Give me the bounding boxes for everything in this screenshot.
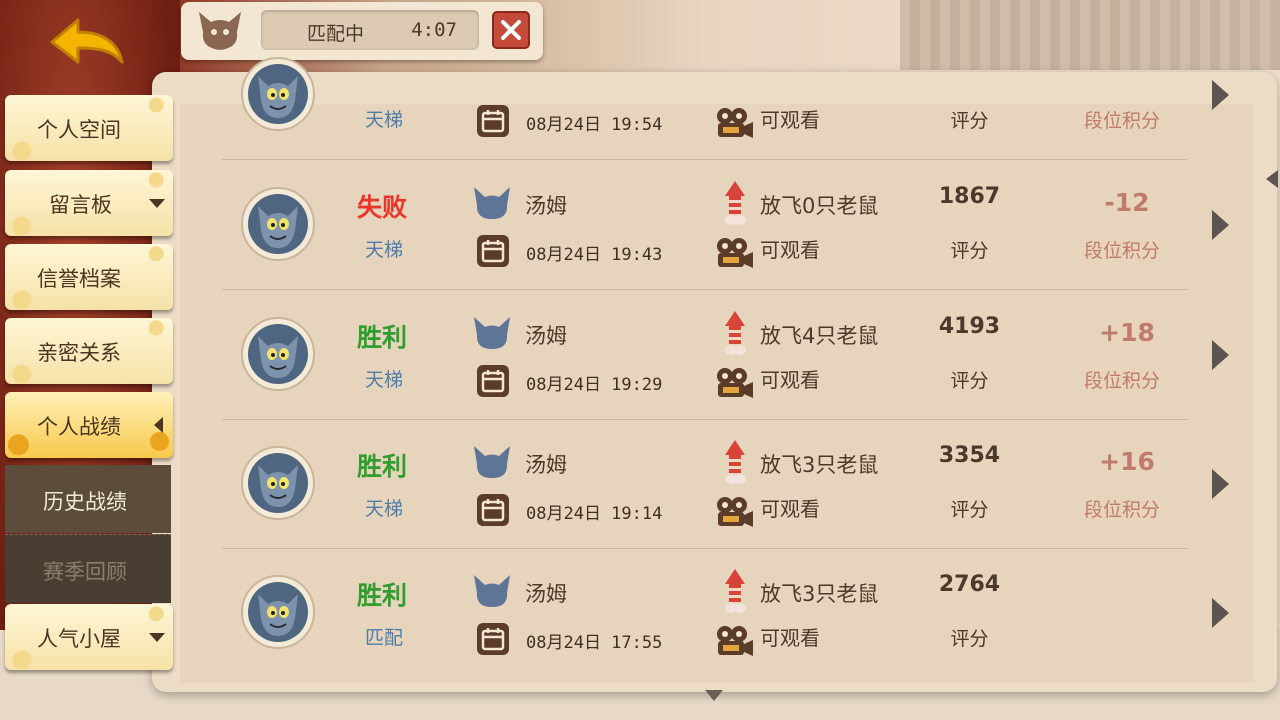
record-row[interactable]: 失败 天梯 汤姆 08月24日 19:43 放飞0只老鼠 可观看 1867 评分… bbox=[222, 160, 1229, 290]
score-value: 4193 bbox=[938, 314, 1001, 339]
mice-launched: 放飞3只老鼠 bbox=[760, 582, 879, 606]
score-value: 1867 bbox=[938, 184, 1001, 209]
sidebar-item-label: 个人空间 bbox=[37, 118, 121, 142]
back-arrow-icon bbox=[50, 18, 124, 64]
camera-icon bbox=[715, 236, 755, 270]
score-label: 评分 bbox=[950, 240, 989, 262]
chevron-down-icon bbox=[149, 633, 165, 642]
match-date: 08月24日 19:14 bbox=[526, 504, 663, 524]
sidebar-item-personal-records[interactable]: 个人战绩 bbox=[5, 392, 173, 458]
record-row[interactable]: 胜利 天梯 汤姆 08月24日 19:29 放飞4只老鼠 可观看 4193 评分… bbox=[222, 290, 1229, 420]
sidebar-item-popularity-house[interactable]: 人气小屋 bbox=[5, 604, 173, 670]
sub-item-history[interactable]: 历史战绩 bbox=[5, 465, 171, 533]
chevron-right-icon[interactable] bbox=[1212, 469, 1229, 499]
calendar-icon bbox=[476, 364, 510, 398]
calendar-icon bbox=[476, 104, 510, 138]
camera-icon bbox=[715, 495, 755, 529]
rank-points-delta: -12 bbox=[1104, 188, 1150, 217]
replay-available: 可观看 bbox=[760, 108, 820, 132]
chevron-down-icon bbox=[149, 199, 165, 208]
rank-points-label: 段位积分 bbox=[1083, 370, 1160, 392]
camera-icon bbox=[715, 366, 755, 400]
record-row[interactable]: 胜利 天梯 汤姆 08月24日 19:14 放飞3只老鼠 可观看 3354 评分… bbox=[222, 419, 1229, 549]
chevron-right-icon[interactable] bbox=[1212, 80, 1229, 110]
match-date: 08月24日 19:43 bbox=[526, 245, 663, 265]
character-name: 汤姆 bbox=[525, 453, 567, 477]
rocket-icon bbox=[719, 439, 751, 485]
replay-available: 可观看 bbox=[760, 497, 820, 521]
sidebar-item-label: 个人战绩 bbox=[37, 415, 121, 439]
game-mode: 匹配 bbox=[365, 627, 404, 649]
match-result: 胜利 bbox=[357, 452, 408, 481]
mice-launched: 放飞4只老鼠 bbox=[760, 324, 879, 348]
game-mode: 天梯 bbox=[365, 239, 404, 261]
panel-side-tab-icon[interactable] bbox=[1266, 170, 1278, 188]
game-mode: 天梯 bbox=[365, 369, 404, 391]
chevron-right-icon[interactable] bbox=[1212, 340, 1229, 370]
sidebar-item-intimacy[interactable]: 亲密关系 bbox=[5, 318, 173, 384]
sub-item-label: 历史战绩 bbox=[43, 490, 127, 514]
rank-points-label: 段位积分 bbox=[1083, 240, 1160, 262]
game-mode: 天梯 bbox=[365, 498, 404, 520]
rank-points-label: 段位积分 bbox=[1083, 499, 1160, 521]
tom-avatar-icon bbox=[240, 574, 316, 650]
rank-points-delta: +18 bbox=[1099, 318, 1155, 347]
replay-available: 可观看 bbox=[760, 238, 820, 262]
character-name: 汤姆 bbox=[525, 582, 567, 606]
match-result: 胜利 bbox=[357, 323, 408, 352]
tom-avatar-icon bbox=[240, 316, 316, 392]
sidebar-item-credit-file[interactable]: 信誉档案 bbox=[5, 244, 173, 310]
back-button[interactable] bbox=[40, 12, 128, 72]
record-row[interactable]: 天梯 08月24日 19:54 可观看 评分 段位积分 bbox=[222, 30, 1229, 160]
camera-icon bbox=[715, 106, 755, 140]
replay-available: 可观看 bbox=[760, 626, 820, 650]
character-icon bbox=[472, 315, 512, 351]
score-label: 评分 bbox=[950, 110, 989, 132]
character-name: 汤姆 bbox=[525, 194, 567, 218]
score-label: 评分 bbox=[950, 370, 989, 392]
rocket-icon bbox=[719, 568, 751, 614]
score-label: 评分 bbox=[950, 628, 989, 650]
sidebar-item-label: 信誉档案 bbox=[37, 267, 121, 291]
character-icon bbox=[472, 444, 512, 480]
chevron-right-icon[interactable] bbox=[1212, 598, 1229, 628]
match-result: 失败 bbox=[357, 193, 408, 222]
sidebar-item-personal-space[interactable]: 个人空间 bbox=[5, 95, 173, 161]
rocket-icon bbox=[719, 180, 751, 226]
game-mode: 天梯 bbox=[365, 109, 404, 131]
character-icon bbox=[472, 573, 512, 609]
character-name: 汤姆 bbox=[525, 324, 567, 348]
replay-available: 可观看 bbox=[760, 368, 820, 392]
sidebar-item-message-board[interactable]: 留言板 bbox=[5, 170, 173, 236]
sub-item-label: 赛季回顾 bbox=[43, 560, 127, 584]
score-value: 3354 bbox=[938, 443, 1001, 468]
calendar-icon bbox=[476, 622, 510, 656]
match-date: 08月24日 19:29 bbox=[526, 375, 663, 395]
tom-avatar-icon bbox=[240, 56, 316, 132]
rank-points-label: 段位积分 bbox=[1083, 110, 1160, 132]
calendar-icon bbox=[476, 234, 510, 268]
match-date: 08月24日 19:54 bbox=[526, 115, 663, 135]
sidebar-item-label: 留言板 bbox=[49, 193, 112, 217]
match-date: 08月24日 17:55 bbox=[526, 633, 663, 653]
match-result: 胜利 bbox=[357, 581, 408, 610]
sidebar-item-label: 人气小屋 bbox=[37, 627, 121, 651]
character-icon bbox=[472, 185, 512, 221]
mice-launched: 放飞3只老鼠 bbox=[760, 453, 879, 477]
score-label: 评分 bbox=[950, 499, 989, 521]
calendar-icon bbox=[476, 493, 510, 527]
chevron-left-icon bbox=[154, 417, 163, 433]
sidebar-item-label: 亲密关系 bbox=[37, 341, 121, 365]
rank-points-delta: +16 bbox=[1099, 447, 1155, 476]
scroll-down-icon[interactable] bbox=[705, 690, 723, 701]
score-value: 2764 bbox=[938, 572, 1001, 597]
chevron-right-icon[interactable] bbox=[1212, 210, 1229, 240]
tom-avatar-icon bbox=[240, 445, 316, 521]
rocket-icon bbox=[719, 310, 751, 356]
record-row[interactable]: 胜利 匹配 汤姆 08月24日 17:55 放飞3只老鼠 可观看 2764 评分 bbox=[222, 548, 1229, 678]
camera-icon bbox=[715, 624, 755, 658]
sub-item-season-review[interactable]: 赛季回顾 bbox=[5, 534, 171, 603]
mice-launched: 放飞0只老鼠 bbox=[760, 194, 879, 218]
tom-avatar-icon bbox=[240, 186, 316, 262]
